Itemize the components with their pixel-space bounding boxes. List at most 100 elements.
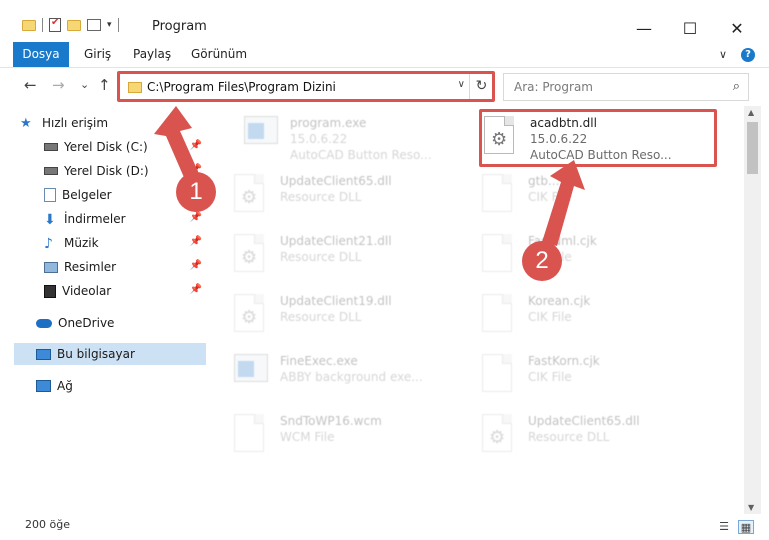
file-item[interactable]: ⚙ UpdateClient65.dll Resource DLL — [458, 410, 693, 468]
sidebar-item-downloads[interactable]: ⬇ İndirmeler 📌 — [44, 208, 206, 230]
file-item[interactable]: SndToWP16.wcm WCM File — [210, 410, 445, 468]
file-name: UpdateClient65.dll — [528, 414, 640, 428]
divider — [117, 18, 119, 32]
pin-icon[interactable]: 📌 — [190, 236, 202, 247]
sidebar-item-label: Müzik — [64, 236, 99, 250]
tab-share[interactable]: Paylaş — [123, 42, 181, 67]
document-icon — [482, 354, 516, 396]
gear-icon: ⚙ — [489, 427, 506, 448]
dll-file-icon: ⚙ — [234, 234, 268, 276]
file-item[interactable]: FastNml.cjk CIK File — [458, 230, 693, 288]
file-item[interactable]: ⚙ UpdateClient65.dll Resource DLL — [210, 170, 445, 228]
close-button[interactable]: ✕ — [714, 14, 760, 42]
sidebar-item-label: Videolar — [62, 284, 112, 298]
file-item[interactable]: ⚙ UpdateClient19.dll Resource DLL — [210, 290, 445, 348]
new-folder-icon[interactable] — [67, 19, 81, 31]
file-item-program-exe[interactable]: program.exe 15.0.6.22 AutoCAD Button Res… — [220, 112, 455, 170]
pictures-icon — [44, 261, 58, 273]
file-type: WCM File — [280, 430, 335, 444]
file-item[interactable]: FineExec.exe ABBY background exe... — [210, 350, 445, 408]
file-item[interactable]: FastKorn.cjk CIK File — [458, 350, 693, 408]
customize-toolbar-icon[interactable] — [87, 19, 101, 31]
recent-locations-icon[interactable]: ⌄ — [80, 78, 89, 91]
minimize-button[interactable]: — — [621, 14, 667, 42]
tab-home[interactable]: Giriş — [74, 42, 121, 67]
forward-icon[interactable]: → — [52, 76, 65, 94]
search-input[interactable]: Ara: Program ⌕ — [503, 73, 749, 101]
document-icon — [234, 414, 268, 456]
sidebar-item-label: Yerel Disk (D:) — [64, 164, 149, 178]
application-icon — [244, 116, 278, 158]
application-icon — [234, 354, 268, 396]
status-bar: 200 öğe ☰ ▦ — [0, 514, 769, 540]
sidebar-item-label: Ağ — [57, 379, 73, 393]
file-name: program.exe — [290, 116, 367, 130]
file-name: gtb... — [528, 174, 560, 188]
file-type: CIK File — [528, 190, 572, 204]
sidebar-item-pictures[interactable]: Resimler 📌 — [44, 256, 206, 278]
file-name: UpdateClient19.dll — [280, 294, 392, 308]
document-icon — [482, 174, 516, 216]
maximize-button[interactable]: ☐ — [667, 14, 713, 42]
back-icon[interactable]: ← — [24, 76, 37, 94]
sidebar-item-network[interactable]: Ağ — [36, 375, 206, 397]
network-icon — [36, 380, 51, 392]
scroll-up-icon[interactable]: ▲ — [748, 108, 754, 117]
file-type: CIK File — [528, 370, 572, 384]
file-name: SndToWP16.wcm — [280, 414, 382, 428]
file-item[interactable]: Korean.cjk CIK File — [458, 290, 693, 348]
tiles-view-icon[interactable]: ▦ — [738, 520, 754, 534]
chevron-down-icon[interactable]: ▾ — [107, 20, 112, 30]
help-icon[interactable]: ? — [741, 48, 755, 62]
item-count: 200 öğe — [25, 518, 70, 531]
tab-file[interactable]: Dosya — [13, 42, 69, 67]
cloud-icon — [36, 318, 52, 328]
pin-icon[interactable]: 📌 — [190, 212, 202, 223]
file-item[interactable]: ⚙ UpdateClient21.dll Resource DLL — [210, 230, 445, 288]
file-name: UpdateClient21.dll — [280, 234, 392, 248]
sidebar-item-quick-access[interactable]: ★ Hızlı erişim — [20, 112, 206, 134]
sidebar-item-onedrive[interactable]: OneDrive — [36, 312, 206, 334]
search-icon[interactable]: ⌕ — [733, 79, 740, 94]
sidebar-item-this-pc[interactable]: Bu bilgisayar — [14, 343, 206, 365]
expand-ribbon-icon[interactable]: ∨ — [719, 48, 727, 62]
file-name: UpdateClient65.dll — [280, 174, 392, 188]
sidebar-item-label: Belgeler — [62, 188, 112, 202]
properties-check-icon[interactable] — [49, 17, 61, 32]
document-icon — [482, 294, 516, 336]
gear-icon: ⚙ — [241, 247, 258, 268]
callout-step-1: 1 — [176, 172, 216, 212]
pin-icon[interactable]: 📌 — [190, 140, 202, 151]
dll-file-icon: ⚙ — [234, 174, 268, 216]
navigation-bar: ← → ⌄ ↑ C:\Program Files\Program Dizini … — [0, 68, 769, 104]
file-item[interactable]: gtb... CIK File — [458, 170, 693, 228]
navigation-pane: ★ Hızlı erişim Yerel Disk (C:) 📌 Yerel D… — [0, 106, 210, 514]
scroll-down-icon[interactable]: ▼ — [748, 503, 754, 512]
title-bar: ▾ Program — ☐ ✕ — [0, 0, 769, 42]
sidebar-item-label: İndirmeler — [64, 212, 126, 226]
file-type: Resource DLL — [280, 190, 362, 204]
gear-icon: ⚙ — [241, 307, 258, 328]
file-version: 15.0.6.22 — [290, 132, 348, 146]
sidebar-item-local-disk-c[interactable]: Yerel Disk (C:) 📌 — [44, 136, 206, 158]
vertical-scrollbar[interactable]: ▲ ▼ — [744, 106, 761, 514]
file-name: Korean.cjk — [528, 294, 591, 308]
tab-view[interactable]: Görünüm — [181, 42, 257, 67]
sidebar-item-music[interactable]: ♪ Müzik 📌 — [44, 232, 206, 254]
divider — [42, 18, 43, 32]
details-view-icon[interactable]: ☰ — [716, 520, 732, 534]
search-placeholder: Ara: Program — [514, 80, 593, 94]
up-icon[interactable]: ↑ — [98, 76, 111, 94]
sidebar-item-label: Bu bilgisayar — [57, 347, 135, 361]
drive-icon — [44, 143, 58, 151]
video-icon — [44, 284, 56, 298]
pin-icon[interactable]: 📌 — [190, 260, 202, 271]
quick-access-toolbar: ▾ — [22, 17, 119, 32]
file-name: FastKorn.cjk — [528, 354, 600, 368]
file-highlight-box — [479, 109, 717, 167]
scrollbar-thumb[interactable] — [747, 122, 758, 174]
drive-icon — [44, 167, 58, 175]
dll-file-icon: ⚙ — [482, 414, 516, 456]
sidebar-item-videos[interactable]: Videolar 📌 — [44, 280, 206, 302]
pin-icon[interactable]: 📌 — [190, 284, 202, 295]
